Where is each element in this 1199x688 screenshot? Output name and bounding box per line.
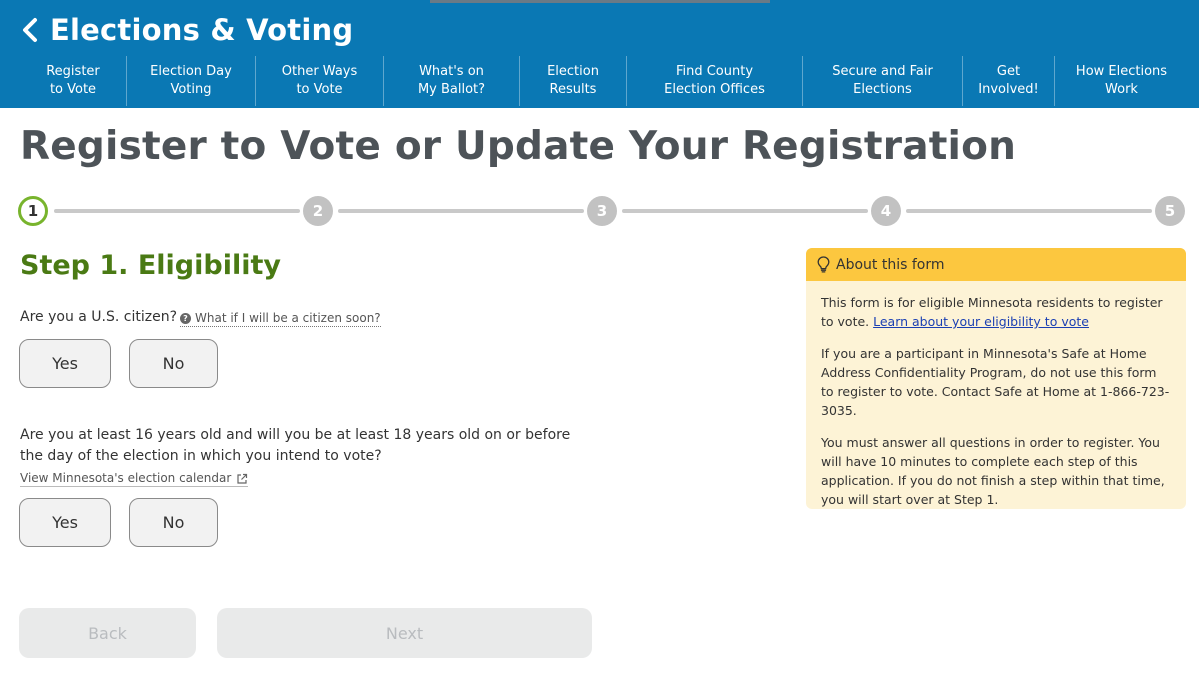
nav-whats-on-my-ballot[interactable]: What's on My Ballot? <box>384 56 520 106</box>
nav-find-county-offices[interactable]: Find County Election Offices <box>627 56 803 106</box>
about-this-form-body: This form is for eligible Minnesota resi… <box>806 281 1186 509</box>
lightbulb-icon <box>817 256 830 273</box>
age-question: Are you at least 16 years old and will y… <box>20 427 571 464</box>
age-yes-button[interactable]: Yes <box>19 498 111 547</box>
step-heading: Step 1. Eligibility <box>20 250 281 281</box>
step-connector <box>338 209 584 213</box>
step-4-indicator: 4 <box>871 196 901 226</box>
step-connector <box>906 209 1152 213</box>
nav-how-elections-work[interactable]: How Elections Work <box>1055 56 1188 106</box>
progress-stepper: 1 2 3 4 5 <box>18 194 1188 228</box>
citizen-soon-help-link[interactable]: ? What if I will be a citizen soon? <box>180 311 381 327</box>
next-button[interactable]: Next <box>217 608 592 658</box>
nav-other-ways-to-vote[interactable]: Other Ways to Vote <box>256 56 384 106</box>
nav-get-involved[interactable]: Get Involved! <box>963 56 1055 106</box>
age-no-button[interactable]: No <box>129 498 218 547</box>
citizen-soon-help-text: What if I will be a citizen soon? <box>195 311 381 325</box>
citizenship-question: Are you a U.S. citizen? <box>20 309 178 325</box>
eligibility-link[interactable]: Learn about your eligibility to vote <box>873 314 1089 329</box>
question-mark-icon: ? <box>180 313 191 324</box>
nav-election-results[interactable]: Election Results <box>520 56 627 106</box>
election-calendar-link-text: View Minnesota's election calendar <box>20 471 232 485</box>
step-1-indicator: 1 <box>18 196 48 226</box>
citizen-no-button[interactable]: No <box>129 339 218 388</box>
step-3-indicator: 3 <box>587 196 617 226</box>
info-paragraph-safe-at-home: If you are a participant in Minnesota's … <box>821 346 1170 418</box>
site-header: Elections & Voting Register to Vote Elec… <box>0 0 1199 108</box>
about-this-form-panel: About this form This form is for eligibl… <box>806 248 1186 509</box>
info-paragraph-eligibility: This form is for eligible Minnesota resi… <box>821 293 1172 331</box>
election-calendar-link[interactable]: View Minnesota's election calendar <box>20 471 249 487</box>
external-link-icon <box>237 473 248 484</box>
step-connector <box>622 209 868 213</box>
site-title: Elections & Voting <box>50 13 354 47</box>
step-connector <box>54 209 300 213</box>
back-button[interactable]: Back <box>19 608 196 658</box>
about-this-form-header: About this form <box>806 248 1186 281</box>
main-nav: Register to Vote Election Day Voting Oth… <box>20 56 1188 106</box>
info-paragraph-time-limit: You must answer all questions in order t… <box>821 435 1165 507</box>
page-title: Register to Vote or Update Your Registra… <box>20 124 1017 169</box>
nav-secure-fair-elections[interactable]: Secure and Fair Elections <box>803 56 963 106</box>
nav-register-to-vote[interactable]: Register to Vote <box>20 56 127 106</box>
chevron-left-icon <box>20 15 42 45</box>
back-to-elections-link[interactable]: Elections & Voting <box>20 10 353 50</box>
citizen-yes-button[interactable]: Yes <box>19 339 111 388</box>
about-this-form-title: About this form <box>836 256 945 273</box>
step-5-indicator: 5 <box>1155 196 1185 226</box>
header-top-strip <box>430 0 770 3</box>
step-2-indicator: 2 <box>303 196 333 226</box>
nav-election-day-voting[interactable]: Election Day Voting <box>127 56 256 106</box>
